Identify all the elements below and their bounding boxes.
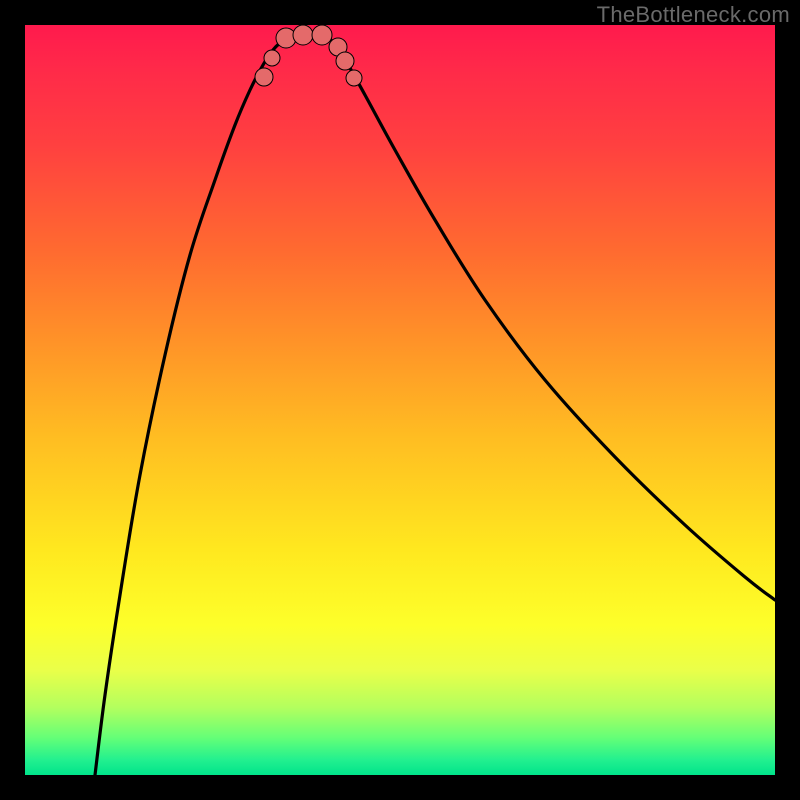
data-marker: [264, 50, 280, 66]
data-marker: [312, 25, 332, 45]
data-marker: [346, 70, 362, 86]
watermark-text: TheBottleneck.com: [597, 2, 790, 28]
bottleneck-curve: [95, 34, 775, 775]
chart-frame: TheBottleneck.com: [0, 0, 800, 800]
data-marker: [293, 25, 313, 45]
data-marker: [255, 68, 273, 86]
data-marker: [336, 52, 354, 70]
plot-area: [25, 25, 775, 775]
curve-svg: [25, 25, 775, 775]
curve-markers: [255, 25, 362, 86]
